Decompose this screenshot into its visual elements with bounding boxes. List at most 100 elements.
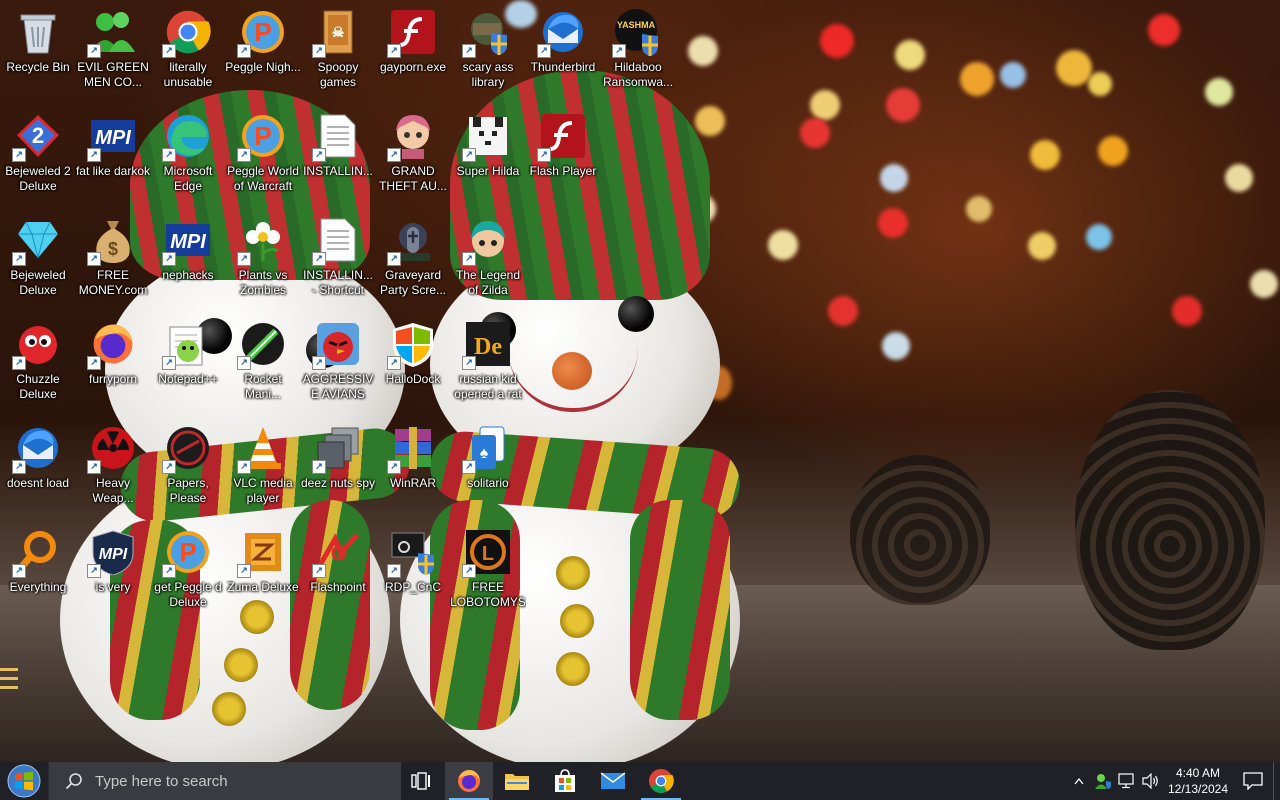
desktop-icon-label: FREE LOBOTOMYS: [450, 580, 526, 609]
desktop-icon[interactable]: MPI ↗ is very: [75, 524, 151, 624]
desktop-icon[interactable]: ↗ scary ass library: [450, 4, 526, 104]
network-icon[interactable]: [1115, 762, 1139, 800]
shortcut-arrow-icon: ↗: [312, 460, 326, 474]
desktop-icon[interactable]: ↗ Flashpoint: [300, 524, 376, 624]
show-desktop-button[interactable]: [1273, 762, 1280, 800]
anime-girl-icon: ↗: [387, 112, 437, 162]
svg-text:2: 2: [32, 123, 44, 148]
start-button[interactable]: [0, 762, 48, 800]
desktop-icon[interactable]: MPI ↗ nephacks: [150, 212, 226, 312]
desktop-icon-label: Bejeweled Deluxe: [10, 268, 66, 297]
desktop-icon[interactable]: De ↗ russian kid opened a rat: [450, 316, 526, 416]
desktop-icon[interactable]: ↗ Everything: [0, 524, 76, 624]
desktop-icon[interactable]: ↗ Graveyard Party Scre...: [375, 212, 451, 312]
document-icon: ↗: [312, 216, 362, 266]
desktop-icon[interactable]: ↗ furryporn: [75, 316, 151, 416]
taskbar-mail[interactable]: [589, 762, 637, 800]
flash-icon: ↗: [537, 112, 587, 162]
shortcut-arrow-icon: ↗: [312, 44, 326, 58]
desktop-icon-label: Flashpoint: [310, 580, 366, 594]
desktop-icon[interactable]: ↗ INSTALLIN... - Shortcut: [300, 212, 376, 312]
shortcut-arrow-icon: ↗: [312, 564, 326, 578]
task-view-icon: [411, 772, 430, 790]
desktop-icon[interactable]: ↗ AGGRESSIVE AVIANS: [300, 316, 376, 416]
desktop-icon[interactable]: ↗ VLC media player: [225, 420, 301, 520]
desktop-icon[interactable]: ↗ Rocket Mani...: [225, 316, 301, 416]
lobotomy-icon: L ↗: [462, 528, 512, 578]
taskbar-clock[interactable]: 4:40 AM 12/13/2024: [1163, 765, 1233, 797]
desktop-icon[interactable]: ↗ Notepad++: [150, 316, 226, 416]
shortcut-arrow-icon: ↗: [387, 252, 401, 266]
taskbar-firefox[interactable]: [445, 762, 493, 800]
chevron-up-icon[interactable]: [1067, 762, 1091, 800]
desktop-icon-label: solitario: [467, 476, 509, 490]
action-center-button[interactable]: [1233, 762, 1273, 800]
taskbar-microsoft-store[interactable]: [541, 762, 589, 800]
desktop-icon[interactable]: ↗ EVIL GREEN MEN CO...: [75, 4, 151, 104]
desktop-icon[interactable]: ↗ INSTALLIN...: [300, 108, 376, 208]
desktop-icon[interactable]: ↗ doesnt load: [0, 420, 76, 520]
shortcut-arrow-icon: ↗: [87, 252, 101, 266]
desktop-icon-label: HalloDock: [385, 372, 441, 386]
desktop-icon[interactable]: ↗ Papers, Please: [150, 420, 226, 520]
desktop-icon[interactable]: P ↗ Peggle Nigh...: [225, 4, 301, 104]
desktop-icon[interactable]: Recycle Bin: [0, 4, 76, 104]
desktop-icon[interactable]: ↗ Zuma Deluxe: [225, 524, 301, 624]
clock-date: 12/13/2024: [1167, 782, 1229, 796]
de-icon: De ↗: [462, 320, 512, 370]
desktop-icon[interactable]: ↗ RDP_CnC: [375, 524, 451, 624]
shortcut-arrow-icon: ↗: [162, 356, 176, 370]
desktop-icon[interactable]: ↗ Chuzzle Deluxe: [0, 316, 76, 416]
desktop-icon-label: Hildaboo Ransomwa...: [602, 60, 674, 89]
desktop-icon[interactable]: ↗ HalloDock: [375, 316, 451, 416]
desktop-icon-label: russian kid opened a rat: [454, 372, 522, 401]
solitaire-icon: ♠ ↗: [462, 424, 512, 474]
desktop-icon[interactable]: ↗ deez nuts spy: [300, 420, 376, 520]
desktop-icon-label: Papers, Please: [167, 476, 209, 505]
desktop-icon-label: furryporn: [88, 372, 138, 386]
shortcut-arrow-icon: ↗: [162, 460, 176, 474]
desktop-icon[interactable]: ↗ Super Hilda: [450, 108, 526, 208]
desktop-icon-label: scary ass library: [462, 60, 514, 89]
desktop-icon[interactable]: ↗ The Legend of Zilda: [450, 212, 526, 312]
desktop-icon[interactable]: P ↗ Peggle World of Warcraft: [225, 108, 301, 208]
desktop-icon[interactable]: ↗ Thunderbird: [525, 4, 601, 104]
desktop-icon-label: literally unusable: [163, 60, 213, 89]
shortcut-arrow-icon: ↗: [237, 460, 251, 474]
desktop-icon[interactable]: ↗ Plants vs Zombies: [225, 212, 301, 312]
thunderbird-icon: ↗: [12, 424, 62, 474]
taskbar-file-explorer[interactable]: [493, 762, 541, 800]
desktop-icon[interactable]: P ↗ get Peggle d Deluxe: [150, 524, 226, 624]
desktop-icon[interactable]: ☠ ↗ Spoopy games: [300, 4, 376, 104]
shortcut-arrow-icon: ↗: [462, 252, 476, 266]
desktop-icon[interactable]: ↗ Bejeweled Deluxe: [0, 212, 76, 312]
desktop-icon-label: get Peggle d Deluxe: [154, 580, 222, 609]
svg-text:P: P: [254, 17, 271, 47]
user-shield-icon[interactable]: [1091, 762, 1115, 800]
shortcut-arrow-icon: ↗: [162, 44, 176, 58]
desktop-icon[interactable]: ↗ GRAND THEFT AU...: [375, 108, 451, 208]
svg-text:MPI: MPI: [99, 546, 128, 563]
task-view-button[interactable]: [397, 762, 445, 800]
svg-text:$: $: [108, 239, 118, 259]
desktop-icon[interactable]: L ↗ FREE LOBOTOMYS: [450, 524, 526, 624]
volume-icon[interactable]: [1139, 762, 1163, 800]
shortcut-arrow-icon: ↗: [387, 460, 401, 474]
desktop-icon[interactable]: MPI ↗ fat like darkok: [75, 108, 151, 208]
desktop-icon[interactable]: ↗ gayporn.exe: [375, 4, 451, 104]
desktop-icon[interactable]: ↗ Microsoft Edge: [150, 108, 226, 208]
desktop-icon[interactable]: ♠ ↗ solitario: [450, 420, 526, 520]
desktop-icon[interactable]: ↗ Flash Player: [525, 108, 601, 208]
desktop-icon[interactable]: ↗ literally unusable: [150, 4, 226, 104]
desktop-icon[interactable]: $ ↗ FREE MONEY.com: [75, 212, 151, 312]
taskbar-chrome[interactable]: [637, 762, 685, 800]
desktop-icon[interactable]: YASHMA ↗ Hildaboo Ransomwa...: [600, 4, 676, 104]
desktop-icon[interactable]: 2 ↗ Bejeweled 2 Deluxe: [0, 108, 76, 208]
shortcut-arrow-icon: ↗: [237, 44, 251, 58]
desktop-icon[interactable]: ↗ WinRAR: [375, 420, 451, 520]
desktop-icon[interactable]: ↗ Heavy Weap...: [75, 420, 151, 520]
shortcut-arrow-icon: ↗: [462, 564, 476, 578]
taskbar-search-box[interactable]: [48, 762, 401, 800]
flower-icon: ↗: [237, 216, 287, 266]
search-input[interactable]: [93, 771, 397, 791]
